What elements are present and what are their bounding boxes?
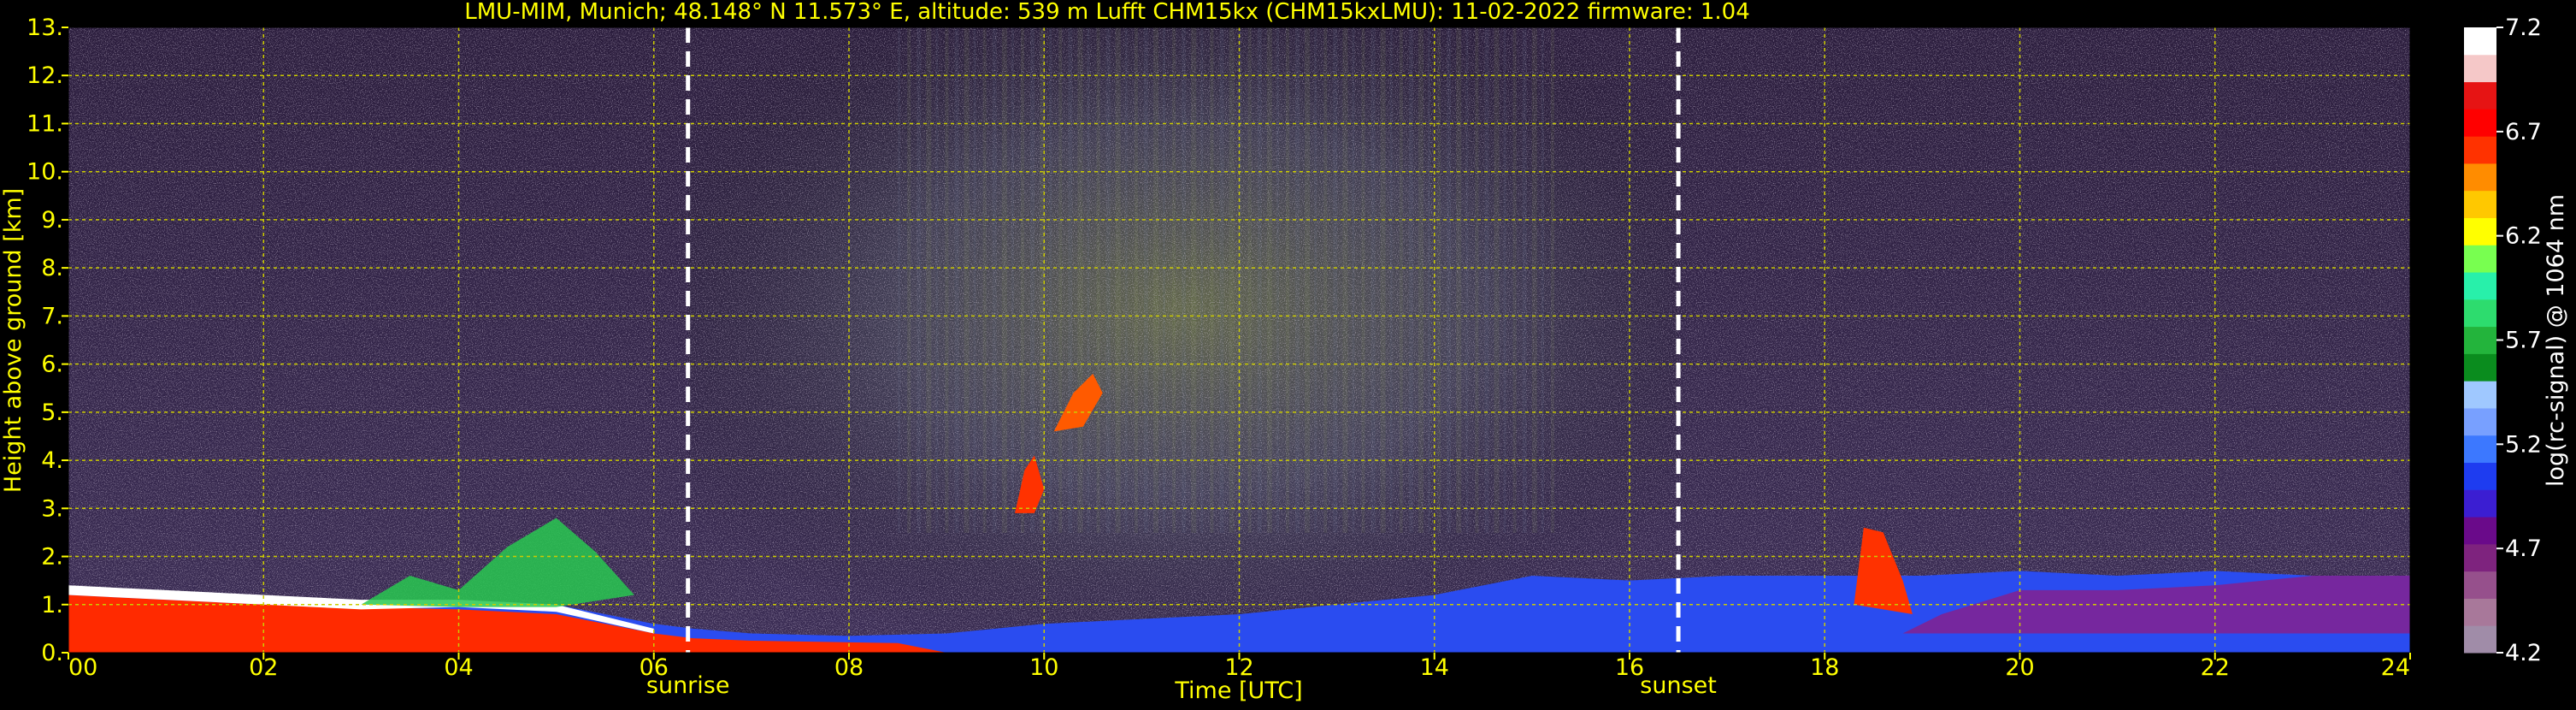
chart-title: LMU-MIM, Munich; 48.148° N 11.573° E, al… — [464, 0, 1749, 25]
colorbar-segment — [2464, 245, 2496, 273]
ceilometer-chart: 00 02 04 06 08 10 12 14 16 18 20 22 24 0. 1. 2. 3. 4. 5. 6… — [0, 0, 2576, 707]
colorbar-tick-label: 6.7 — [2505, 119, 2542, 145]
y-tick-label: 8. — [41, 255, 63, 281]
colorbar-segment — [2464, 136, 2496, 164]
colorbar-segment — [2464, 435, 2496, 464]
colorbar-segment — [2464, 190, 2496, 218]
y-tick-label: 3. — [41, 495, 63, 522]
signal-noise — [68, 27, 2410, 653]
colorbar-segment — [2464, 326, 2496, 354]
y-tick-label: 0. — [41, 640, 63, 666]
y-tick-label: 10. — [27, 159, 63, 186]
colorbar-segment — [2464, 109, 2496, 137]
y-tick-label: 5. — [41, 399, 63, 426]
colorbar-segment — [2464, 381, 2496, 409]
x-tick-label: 24 — [2381, 654, 2410, 681]
y-tick-label: 4. — [41, 447, 63, 474]
y-tick-label: 2. — [41, 544, 63, 571]
colorbar-tick-label: 6.2 — [2505, 223, 2542, 250]
colorbar-tick-label: 5.2 — [2505, 431, 2542, 458]
colorbar-segment — [2464, 517, 2496, 545]
colorbar-segment — [2464, 462, 2496, 490]
colorbar-segment — [2464, 163, 2496, 192]
colorbar-segment — [2464, 625, 2496, 654]
colorbar-tick-label: 5.7 — [2505, 328, 2542, 354]
sunset-label: sunset — [1640, 672, 1717, 699]
colorbar-segment — [2464, 299, 2496, 328]
plot-area — [68, 27, 2410, 653]
y-tick-label: 13. — [27, 15, 63, 41]
colorbar-segment — [2464, 407, 2496, 436]
colorbar-label: log(rc-signal) @ 1064 nm — [2543, 194, 2569, 487]
y-tick-label: 6. — [41, 352, 63, 378]
colorbar-segment — [2464, 81, 2496, 109]
colorbar-segment — [2464, 598, 2496, 626]
x-tick-label: 18 — [1810, 654, 1839, 681]
chart-svg: 00 02 04 06 08 10 12 14 16 18 20 22 24 0.1.2.3.4.5.6… — [0, 0, 2576, 707]
y-tick-label: 9. — [41, 207, 63, 234]
x-tick-label: 04 — [444, 654, 473, 681]
colorbar-segment — [2464, 27, 2496, 56]
colorbar-segment — [2464, 543, 2496, 572]
x-tick-label: 14 — [1420, 654, 1449, 681]
y-tick-label: 7. — [41, 303, 63, 329]
sunrise-label: sunrise — [646, 672, 730, 699]
y-tick-label: 11. — [27, 110, 63, 137]
colorbar-tick-label: 7.2 — [2505, 15, 2542, 41]
colorbar-segment — [2464, 489, 2496, 518]
colorbar-segment — [2464, 217, 2496, 246]
x-tick-label: 02 — [249, 654, 278, 681]
colorbar-segment — [2464, 571, 2496, 599]
y-tick-label: 1. — [41, 592, 63, 618]
colorbar-tick-label: 4.7 — [2505, 535, 2542, 562]
x-axis-label: Time [UTC] — [1174, 677, 1302, 704]
colorbar-segment — [2464, 353, 2496, 382]
x-tick-label: 08 — [834, 654, 864, 681]
x-tick-label: 00 — [68, 654, 97, 681]
colorbar-segment — [2464, 54, 2496, 83]
colorbar-segment — [2464, 272, 2496, 300]
colorbar-tick-label: 4.2 — [2505, 640, 2542, 666]
x-tick-label: 20 — [2005, 654, 2034, 681]
y-axis-label: Height above ground [km] — [0, 188, 27, 493]
colorbar — [2464, 27, 2496, 654]
x-tick-label: 22 — [2201, 654, 2230, 681]
x-tick-label: 10 — [1029, 654, 1058, 681]
y-tick-label: 12. — [27, 62, 63, 89]
